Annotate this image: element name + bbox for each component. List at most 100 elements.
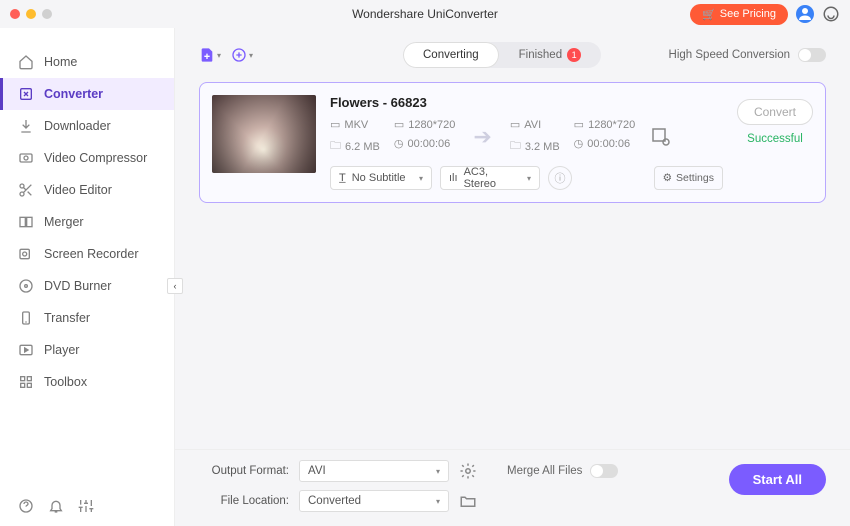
src-format: MKV xyxy=(344,119,368,131)
sidebar-item-editor[interactable]: Video Editor xyxy=(0,174,174,206)
sidebar: Home Converter Downloader Video Compress… xyxy=(0,28,175,526)
transfer-icon xyxy=(18,310,34,326)
gear-icon: ⚙ xyxy=(663,172,672,184)
sidebar-item-label: Converter xyxy=(44,87,103,101)
sidebar-item-label: Transfer xyxy=(44,311,90,325)
sidebar-item-transfer[interactable]: Transfer xyxy=(0,302,174,334)
clock-icon: ◷ xyxy=(574,137,584,150)
tab-label: Finished xyxy=(519,49,562,61)
scissors-icon xyxy=(18,182,34,198)
folder-icon: 🗀 xyxy=(330,137,341,156)
chevron-down-icon: ▾ xyxy=(527,174,531,183)
video-icon: ▭ xyxy=(510,118,520,131)
home-icon xyxy=(18,54,34,70)
sidebar-item-label: Screen Recorder xyxy=(44,247,139,261)
merge-label: Merge All Files xyxy=(507,465,582,477)
sidebar-item-home[interactable]: Home xyxy=(0,46,174,78)
start-all-button[interactable]: Start All xyxy=(729,464,826,495)
sidebar-item-recorder[interactable]: Screen Recorder xyxy=(0,238,174,270)
tab-segment: Converting Finished 1 xyxy=(403,42,601,68)
file-location-value: Converted xyxy=(308,495,361,507)
video-icon: ▭ xyxy=(330,118,340,131)
resolution-icon: ▭ xyxy=(394,118,404,131)
folder-icon: 🗀 xyxy=(510,137,521,156)
sidebar-item-merger[interactable]: Merger xyxy=(0,206,174,238)
file-location-label: File Location: xyxy=(199,495,289,507)
merge-icon xyxy=(18,214,34,230)
sidebar-item-label: Merger xyxy=(44,215,84,229)
output-settings-icon[interactable] xyxy=(459,462,477,480)
badge-count: 1 xyxy=(567,48,581,62)
sidebar-item-label: Player xyxy=(44,343,79,357)
sidebar-item-toolbox[interactable]: Toolbox xyxy=(0,366,174,398)
src-duration: 00:00:06 xyxy=(407,138,450,150)
sidebar-item-downloader[interactable]: Downloader xyxy=(0,110,174,142)
close-window[interactable] xyxy=(10,9,20,19)
compress-icon xyxy=(18,150,34,166)
add-folder-button[interactable]: ▾ xyxy=(231,44,253,66)
bell-icon[interactable] xyxy=(48,498,64,514)
open-folder-icon[interactable] xyxy=(459,492,477,510)
sidebar-item-dvd[interactable]: DVD Burner xyxy=(0,270,174,302)
chevron-down-icon: ▾ xyxy=(249,51,253,60)
user-avatar[interactable] xyxy=(796,5,814,23)
dst-duration: 00:00:06 xyxy=(587,138,630,150)
sidebar-collapse[interactable]: ‹ xyxy=(167,278,183,294)
tab-label: Converting xyxy=(423,49,479,61)
add-file-button[interactable]: ▾ xyxy=(199,44,221,66)
task-title: Flowers - 66823 xyxy=(330,95,723,110)
settings-icon[interactable] xyxy=(78,498,94,514)
audio-icon: ılı xyxy=(449,172,458,184)
start-all-label: Start All xyxy=(753,472,802,487)
sidebar-item-label: Downloader xyxy=(44,119,111,133)
sidebar-item-player[interactable]: Player xyxy=(0,334,174,366)
sidebar-item-label: Toolbox xyxy=(44,375,87,389)
dst-size: 3.2 MB xyxy=(525,141,560,153)
chevron-down-icon: ▾ xyxy=(419,174,423,183)
output-format-select[interactable]: AVI ▾ xyxy=(299,460,449,482)
chevron-down-icon: ▾ xyxy=(436,497,440,506)
video-thumbnail[interactable] xyxy=(212,95,316,173)
output-settings-icon[interactable] xyxy=(649,125,673,149)
help-icon[interactable] xyxy=(18,498,34,514)
sidebar-item-label: Video Editor xyxy=(44,183,112,197)
output-format-value: AVI xyxy=(308,465,326,477)
task-card: Flowers - 66823 ▭ MKV 🗀 6.2 MB ▭ 1280*720 ◷… xyxy=(199,82,826,203)
src-resolution: 1280*720 xyxy=(408,119,455,131)
dst-format: AVI xyxy=(524,119,541,131)
player-icon xyxy=(18,342,34,358)
sidebar-item-compressor[interactable]: Video Compressor xyxy=(0,142,174,174)
convert-button[interactable]: Convert xyxy=(737,99,813,125)
maximize-window[interactable] xyxy=(42,9,52,19)
disc-icon xyxy=(18,278,34,294)
grid-icon xyxy=(18,374,34,390)
see-pricing-button[interactable]: 🛒 See Pricing xyxy=(690,4,788,25)
src-size: 6.2 MB xyxy=(345,141,380,153)
file-location-select[interactable]: Converted ▾ xyxy=(299,490,449,512)
dst-resolution: 1280*720 xyxy=(588,119,635,131)
task-settings-button[interactable]: ⚙ Settings xyxy=(654,166,723,190)
chevron-down-icon: ▾ xyxy=(436,467,440,476)
tab-finished[interactable]: Finished 1 xyxy=(499,42,601,68)
see-pricing-label: See Pricing xyxy=(720,8,776,20)
minimize-window[interactable] xyxy=(26,9,36,19)
app-title: Wondershare UniConverter xyxy=(352,7,498,21)
hs-conversion-toggle[interactable] xyxy=(798,48,826,62)
merge-toggle[interactable] xyxy=(590,464,618,478)
output-format-label: Output Format: xyxy=(199,465,289,477)
resolution-icon: ▭ xyxy=(574,118,584,131)
audio-value: AC3, Stereo xyxy=(464,166,521,190)
chevron-down-icon: ▾ xyxy=(217,51,221,60)
tab-converting[interactable]: Converting xyxy=(403,42,499,68)
info-button[interactable]: ⓘ xyxy=(548,166,572,190)
sidebar-item-converter[interactable]: Converter xyxy=(0,78,174,110)
hs-conversion-label: High Speed Conversion xyxy=(669,49,790,61)
sidebar-item-label: DVD Burner xyxy=(44,279,111,293)
support-icon[interactable] xyxy=(822,5,840,23)
subtitle-value: No Subtitle xyxy=(352,172,406,184)
subtitle-dropdown[interactable]: T̲ No Subtitle ▾ xyxy=(330,166,432,190)
settings-label: Settings xyxy=(676,172,714,184)
subtitle-icon: T̲ xyxy=(339,172,346,184)
audio-dropdown[interactable]: ılı AC3, Stereo ▾ xyxy=(440,166,540,190)
sidebar-item-label: Video Compressor xyxy=(44,151,147,165)
